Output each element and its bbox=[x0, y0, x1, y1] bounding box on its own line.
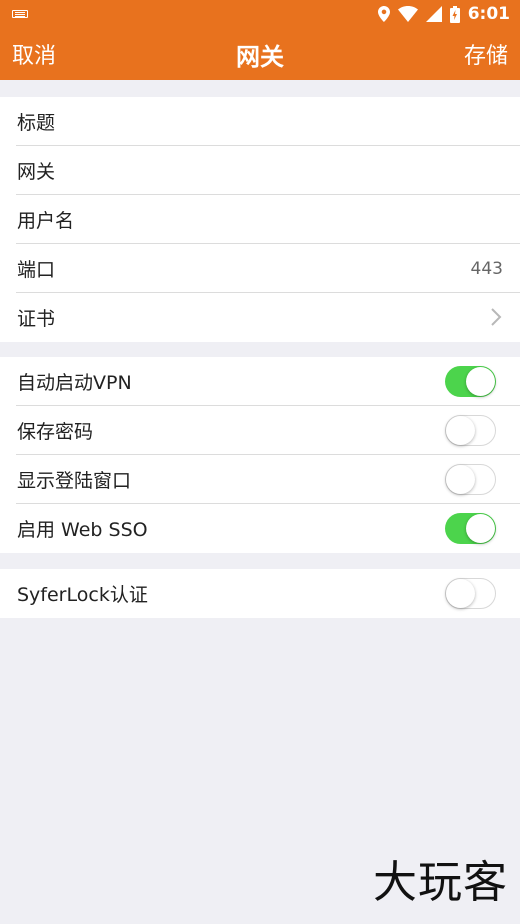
web-sso-toggle[interactable] bbox=[445, 513, 496, 544]
auto-start-vpn-row: 自动启动VPN bbox=[0, 357, 520, 406]
show-login-window-row: 显示登陆窗口 bbox=[0, 455, 520, 504]
syferlock-label: SyferLock认证 bbox=[17, 584, 148, 606]
cell-signal-icon bbox=[425, 6, 442, 22]
certificate-label: 证书 bbox=[17, 308, 56, 330]
status-time: 6:01 bbox=[467, 4, 510, 24]
battery-icon bbox=[449, 5, 460, 23]
settings-group-options: 自动启动VPN 保存密码 显示登陆窗口 启用 Web SSO bbox=[0, 357, 520, 553]
page-title: 网关 bbox=[236, 43, 284, 71]
settings-group-syferlock: SyferLock认证 bbox=[0, 569, 520, 618]
show-login-window-label: 显示登陆窗口 bbox=[17, 470, 132, 492]
location-icon bbox=[377, 6, 390, 22]
auto-start-vpn-toggle[interactable] bbox=[445, 366, 496, 397]
watermark-logo: 大玩客 bbox=[373, 857, 508, 908]
save-password-label: 保存密码 bbox=[17, 421, 94, 443]
syferlock-toggle[interactable] bbox=[445, 578, 496, 609]
settings-group-gateway: 标题 网关 用户名 端口 443 证书 bbox=[0, 97, 520, 342]
status-bar: 6:01 bbox=[0, 0, 520, 28]
port-label: 端口 bbox=[17, 259, 56, 281]
show-login-window-toggle[interactable] bbox=[445, 464, 496, 495]
chevron-right-icon bbox=[491, 308, 502, 326]
title-row[interactable]: 标题 bbox=[0, 97, 520, 146]
title-label: 标题 bbox=[17, 112, 56, 134]
toggle-knob bbox=[446, 579, 475, 608]
web-sso-row: 启用 Web SSO bbox=[0, 504, 520, 553]
toggle-knob bbox=[446, 465, 475, 494]
syferlock-row: SyferLock认证 bbox=[0, 569, 520, 618]
save-button[interactable]: 存储 bbox=[464, 38, 508, 70]
auto-start-vpn-label: 自动启动VPN bbox=[17, 372, 132, 394]
nav-bar: 取消 网关 存储 bbox=[0, 28, 520, 80]
save-password-row: 保存密码 bbox=[0, 406, 520, 455]
certificate-row[interactable]: 证书 bbox=[0, 293, 520, 342]
username-label: 用户名 bbox=[17, 210, 75, 232]
web-sso-label: 启用 Web SSO bbox=[17, 519, 148, 541]
keyboard-icon bbox=[12, 10, 28, 18]
wifi-icon bbox=[397, 6, 418, 22]
toggle-knob bbox=[466, 514, 495, 543]
save-password-toggle[interactable] bbox=[445, 415, 496, 446]
port-value: 443 bbox=[470, 258, 503, 279]
port-row[interactable]: 端口 443 bbox=[0, 244, 520, 293]
gateway-label: 网关 bbox=[17, 161, 56, 183]
toggle-knob bbox=[466, 367, 495, 396]
cancel-button[interactable]: 取消 bbox=[12, 38, 56, 70]
app-header: 6:01 取消 网关 存储 bbox=[0, 0, 520, 80]
toggle-knob bbox=[446, 416, 475, 445]
gateway-row[interactable]: 网关 bbox=[0, 146, 520, 195]
username-row[interactable]: 用户名 bbox=[0, 195, 520, 244]
